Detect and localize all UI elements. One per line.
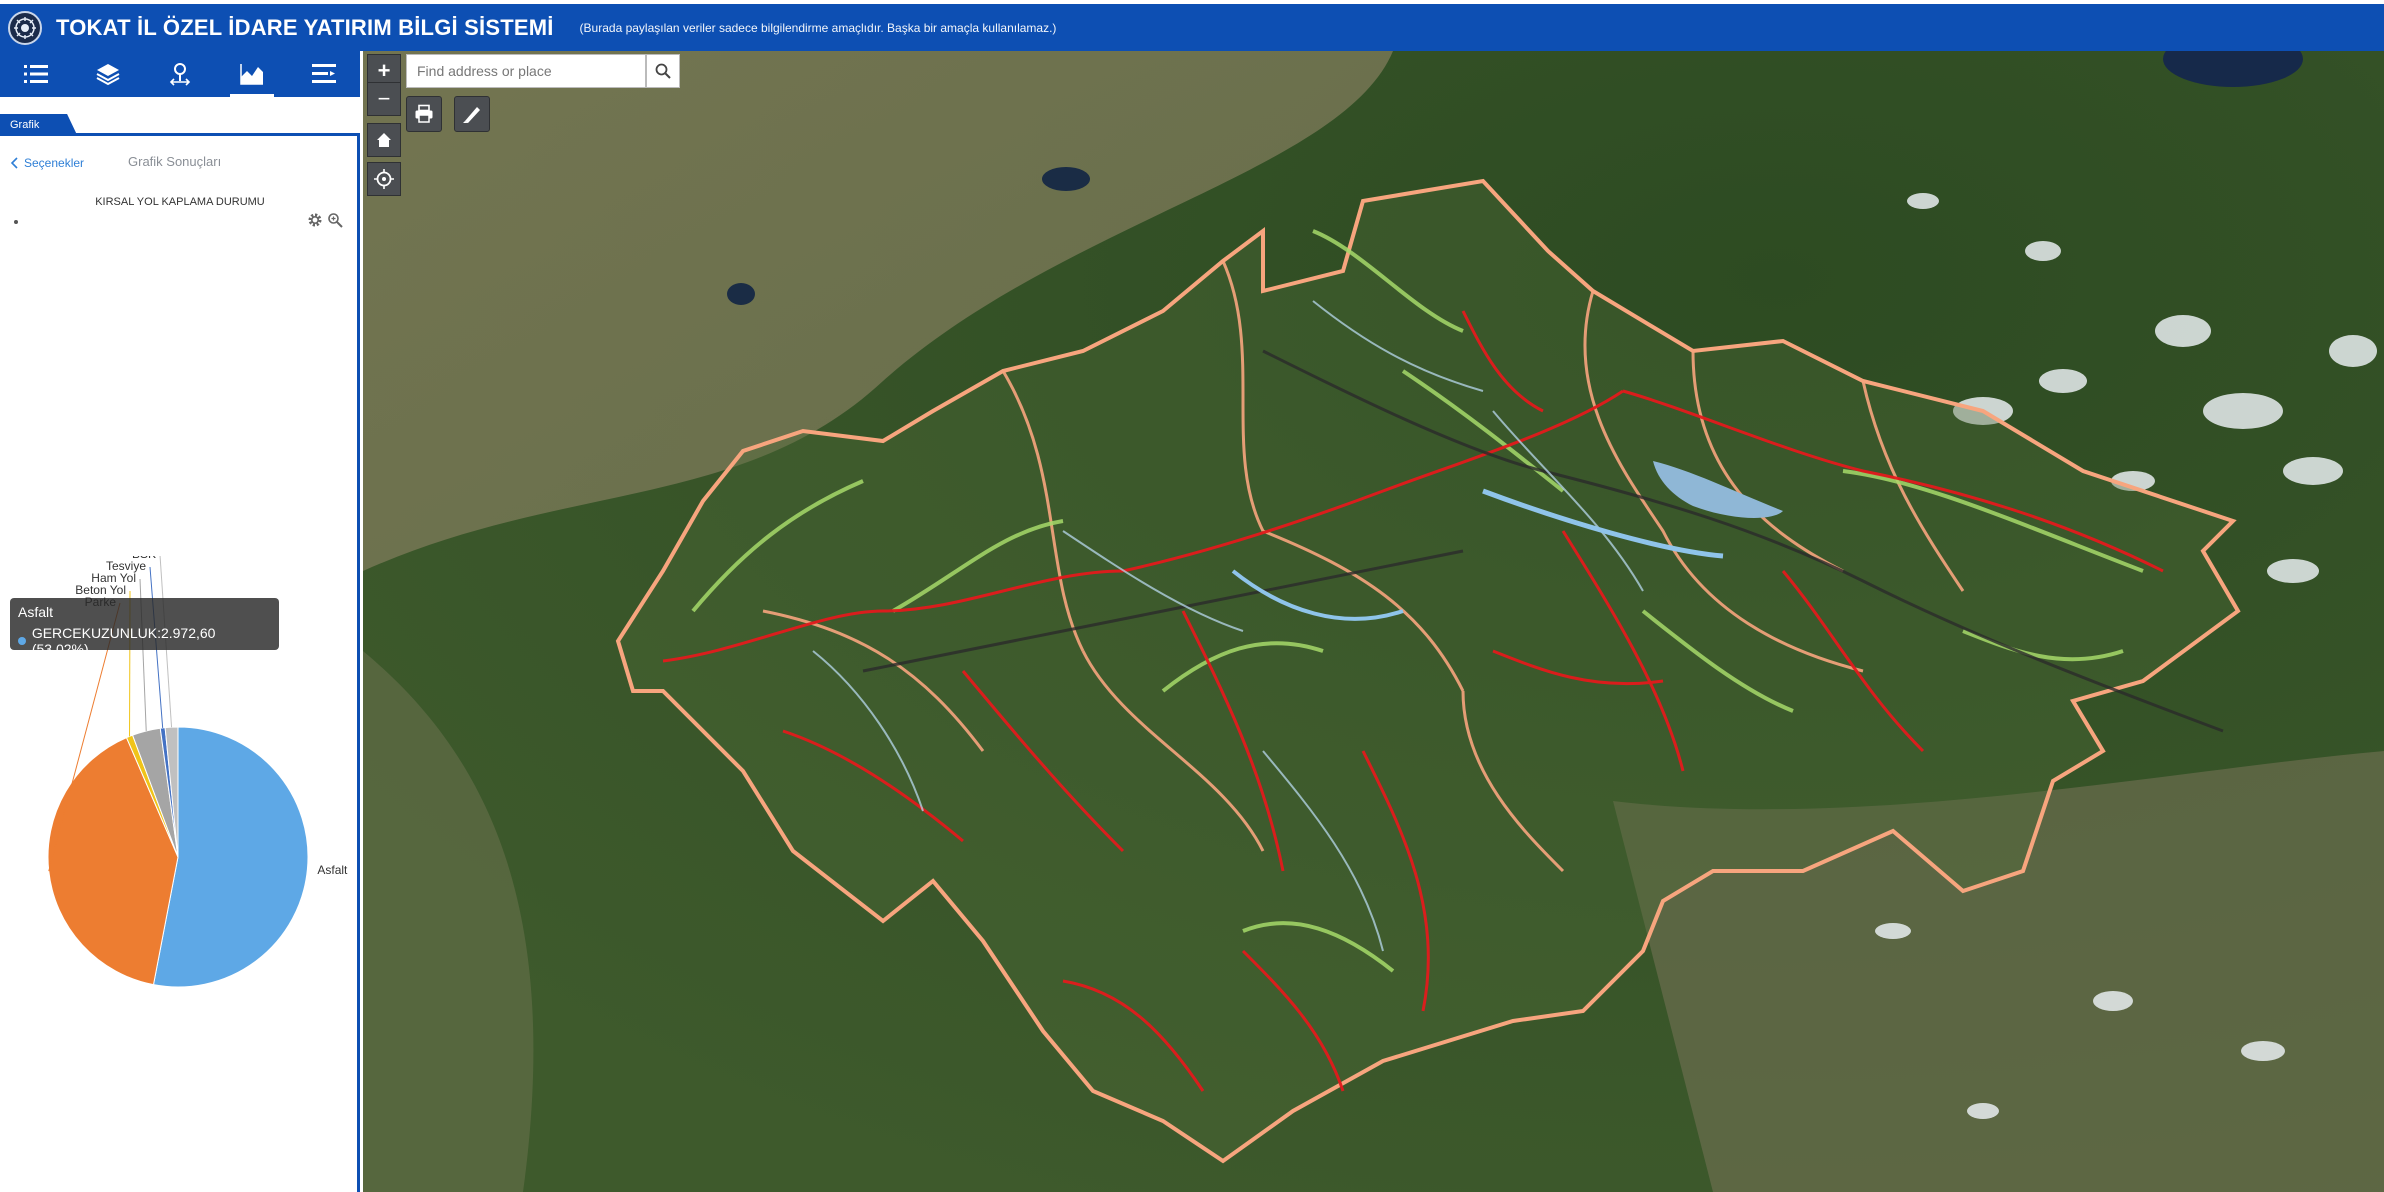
- list-icon: [24, 65, 48, 83]
- locate-button[interactable]: [367, 162, 401, 196]
- chart-tooltip: Asfalt GERCEKUZUNLUK:2.972,60 (53,02%): [10, 598, 279, 657]
- menu-list-icon: [312, 64, 336, 83]
- widget-toolbar: [0, 51, 360, 97]
- pie-label-ham-yol: Ham Yol: [91, 571, 136, 585]
- chevron-left-icon: [10, 157, 18, 169]
- tooltip-series-name: Asfalt: [18, 604, 54, 620]
- back-to-options-link[interactable]: Seçenekler: [10, 156, 84, 170]
- search-icon: [655, 63, 671, 79]
- layers-button[interactable]: [72, 51, 144, 97]
- chart-button[interactable]: [216, 51, 288, 97]
- layers-icon: [96, 64, 120, 86]
- home-button[interactable]: [367, 123, 401, 157]
- chart-title: KIRSAL YOL KAPLAMA DURUMU: [95, 196, 265, 208]
- pie-label-tesviye: Tesviye: [106, 559, 146, 573]
- home-icon: [377, 133, 391, 147]
- app-subtitle: (Burada paylaşılan veriler sadece bilgil…: [579, 20, 1057, 35]
- print-button[interactable]: [406, 96, 442, 132]
- app-title: TOKAT İL ÖZEL İDARE YATIRIM BİLGİ SİSTEM…: [56, 14, 554, 40]
- print-icon: [415, 104, 433, 123]
- zoom-icon[interactable]: [327, 212, 343, 228]
- tab-grafik[interactable]: Grafik: [0, 114, 78, 137]
- tooltip-dot: [18, 637, 26, 645]
- address-search-input[interactable]: Find address or place: [406, 54, 646, 88]
- map-view[interactable]: [363, 51, 2384, 1192]
- app-header: TOKAT İL ÖZEL İDARE YATIRIM BİLGİ SİSTEM…: [0, 0, 2384, 51]
- measure-button[interactable]: [454, 96, 490, 132]
- search-button[interactable]: [646, 54, 680, 88]
- panel-tabbar: Grafik: [0, 111, 360, 137]
- zoom-out-button[interactable]: −: [367, 82, 401, 116]
- locate-icon: [374, 169, 394, 189]
- legend-bullet: [14, 220, 18, 224]
- tooltip-value: GERCEKUZUNLUK:2.972,60 (53,02%): [31, 625, 216, 657]
- satellite-map: [363, 51, 2384, 1192]
- chart-icon: [240, 64, 263, 85]
- back-label: Seçenekler: [24, 156, 85, 170]
- results-title: Grafik Sonuçları: [128, 154, 222, 169]
- pie-label-beton-yol: Beton Yol: [75, 583, 126, 597]
- chart-panel: Seçenekler Grafik Sonuçları KIRSAL YOL K…: [0, 136, 360, 1192]
- ruler-icon: [463, 107, 480, 123]
- gear-icon[interactable]: [307, 212, 323, 228]
- pie-label-asfalt: Asfalt: [317, 863, 348, 877]
- logo-icon: [8, 10, 42, 45]
- location-button[interactable]: [144, 51, 216, 97]
- pie-label-bsk: BSK: [132, 556, 156, 561]
- menu-list-button[interactable]: [288, 51, 360, 97]
- location-pin-icon: [169, 63, 191, 86]
- list-button[interactable]: [0, 51, 72, 97]
